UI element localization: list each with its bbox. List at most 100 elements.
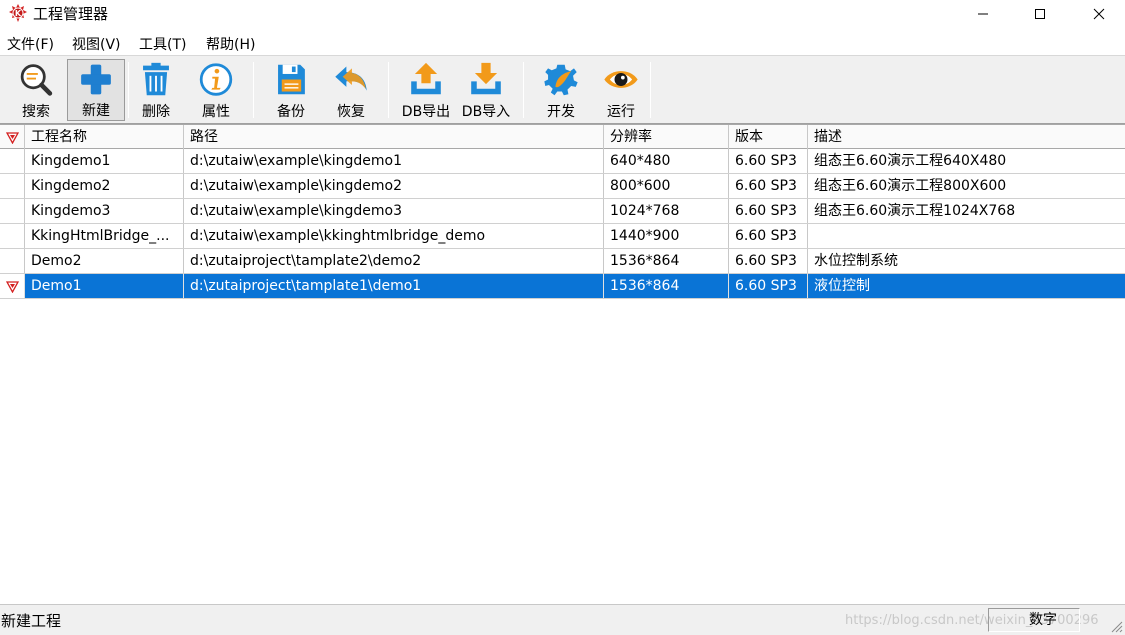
project-version: 6.60 SP3 [729,174,808,198]
project-path: d:\zutaiproject\tamplate1\demo1 [184,274,604,298]
project-resolution: 640*480 [604,149,729,173]
menu-help[interactable]: 帮助(H) [206,34,255,54]
row-marker-cell [0,249,25,273]
project-path: d:\zutaiproject\tamplate2\demo2 [184,249,604,273]
undo-arrow-icon [335,66,367,91]
plus-icon [81,64,111,95]
project-version: 6.60 SP3 [729,274,808,298]
project-version: 6.60 SP3 [729,249,808,273]
develop-button[interactable]: 开发 [532,59,590,121]
project-description: 液位控制 [814,278,870,294]
current-row-marker-icon [6,281,19,293]
delete-label: 删除 [142,104,170,120]
close-button[interactable] [1076,0,1122,27]
row-marker-cell [0,274,25,298]
search-icon [20,64,53,96]
menu-file[interactable]: 文件(F) [7,34,54,54]
project-path: d:\zutaiw\example\kingdemo1 [184,149,604,173]
new-project-button[interactable]: 新建 [67,59,125,121]
svg-text:K: K [15,9,22,18]
db-import-button[interactable]: DB导入 [457,59,515,121]
db-export-label: DB导出 [401,104,451,120]
table-row[interactable]: Kingdemo1 d:\zutaiw\example\kingdemo1 64… [0,149,1125,174]
row-marker-cell [0,224,25,248]
project-resolution: 800*600 [604,174,729,198]
run-label: 运行 [607,104,635,120]
column-header-resolution[interactable]: 分辨率 [604,125,729,149]
db-import-icon [471,62,501,95]
toolbar-separator [650,62,651,118]
develop-label: 开发 [547,104,575,120]
project-name: Kingdemo1 [25,149,184,173]
delete-button[interactable]: 删除 [127,59,185,121]
project-description: 组态王6.60演示工程1024X768 [814,203,1016,219]
header-marker-cell[interactable] [0,125,25,149]
toolbar: 搜索 新建 删除 属性 备份 恢复 DB导出 DB导入 开发 运行 [0,55,1125,124]
num-lock-indicator: 数字 [988,608,1080,632]
project-version: 6.60 SP3 [729,199,808,223]
maximize-icon [1035,8,1045,19]
db-import-label: DB导入 [461,104,511,120]
row-marker-cell [0,199,25,223]
column-header-description[interactable]: 描述 [808,125,1125,149]
resize-grip-icon[interactable] [1109,619,1123,633]
project-resolution: 1536*864 [604,249,729,273]
project-name: Demo1 [25,274,184,298]
toolbar-separator [253,62,254,118]
info-icon [199,63,233,96]
project-description [808,224,1125,248]
run-button[interactable]: 运行 [592,59,650,121]
title-bar: K 工程管理器 [0,0,1125,27]
project-name: Demo2 [25,249,184,273]
table-row-selected[interactable]: Demo1 d:\zutaiproject\tamplate1\demo1 15… [0,274,1125,299]
row-marker-cell [0,149,25,173]
toolbar-separator [388,62,389,118]
project-resolution: 1440*900 [604,224,729,248]
column-header-version[interactable]: 版本 [729,125,808,149]
project-description: 组态王6.60演示工程640X480 [814,153,1007,169]
trash-icon [143,62,169,96]
minimize-button[interactable] [960,0,1006,27]
table-row[interactable]: KkingHtmlBridge_... d:\zutaiw\example\kk… [0,224,1125,249]
menu-view[interactable]: 视图(V) [72,34,121,54]
search-button[interactable]: 搜索 [7,59,65,121]
window-title: 工程管理器 [33,5,109,23]
maximize-button[interactable] [1017,0,1063,27]
project-version: 6.60 SP3 [729,224,808,248]
backup-button[interactable]: 备份 [262,59,320,121]
run-eye-icon [604,71,638,88]
properties-button[interactable]: 属性 [187,59,245,121]
status-message: 新建工程 [1,612,62,630]
project-version: 6.60 SP3 [729,149,808,173]
project-name: KkingHtmlBridge_... [25,224,184,248]
table-row[interactable]: Kingdemo3 d:\zutaiw\example\kingdemo3 10… [0,199,1125,224]
project-path: d:\zutaiw\example\kingdemo2 [184,174,604,198]
status-bar: 新建工程 https://blog.csdn.net/weixin_437002… [0,604,1125,635]
row-marker-cell [0,174,25,198]
column-header-path[interactable]: 路径 [184,125,604,149]
new-project-label: 新建 [82,103,110,119]
save-disk-icon [278,64,305,95]
restore-button[interactable]: 恢复 [322,59,380,121]
project-resolution: 1536*864 [604,274,729,298]
table-row[interactable]: Kingdemo2 d:\zutaiw\example\kingdemo2 80… [0,174,1125,199]
db-export-button[interactable]: DB导出 [397,59,455,121]
project-path: d:\zutaiw\example\kingdemo3 [184,199,604,223]
menu-bar: 文件(F) 视图(V) 工具(T) 帮助(H) [0,31,1125,53]
project-name: Kingdemo2 [25,174,184,198]
table-row[interactable]: Demo2 d:\zutaiproject\tamplate2\demo2 15… [0,249,1125,274]
menu-tools[interactable]: 工具(T) [139,34,186,54]
app-logo-icon: K [9,4,27,22]
minimize-icon [978,13,988,14]
project-description: 组态王6.60演示工程800X600 [814,178,1007,194]
search-label: 搜索 [22,104,50,120]
restore-label: 恢复 [337,104,365,120]
properties-label: 属性 [202,104,230,120]
table-header: 工程名称 路径 分辨率 版本 描述 [0,124,1125,149]
db-export-icon [411,62,441,95]
project-path: d:\zutaiw\example\kkinghtmlbridge_demo [184,224,604,248]
close-icon [1093,8,1105,19]
project-description: 水位控制系统 [814,253,898,269]
toolbar-separator [523,62,524,118]
column-header-name[interactable]: 工程名称 [25,125,184,149]
